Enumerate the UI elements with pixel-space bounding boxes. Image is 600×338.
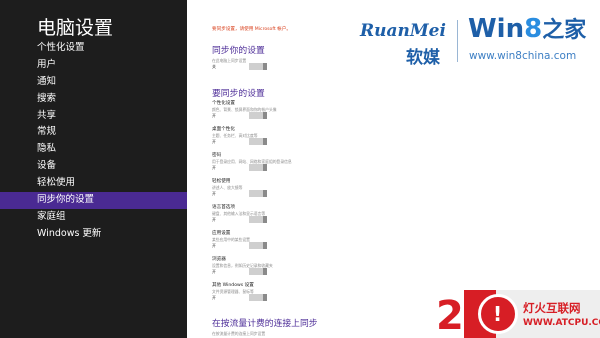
setting-app-settings: 应用设置 某些应用中的某些设置 开: [212, 231, 362, 250]
toggle-state: 开: [212, 217, 216, 222]
desktop-personalize-toggle[interactable]: [249, 138, 267, 145]
sync-toggle[interactable]: [249, 63, 267, 70]
win8china-wordmark: Win8之家: [468, 12, 586, 44]
sync-section-title: 同步你的设置: [212, 46, 265, 56]
win8-eight-text: 8: [524, 14, 543, 44]
toggle-state: 关: [212, 64, 216, 69]
atcpu-site-name: 灯火互联网: [523, 301, 581, 315]
atcpu-digit-mark: 2: [436, 293, 464, 338]
toggle-state: 开: [212, 269, 216, 274]
setting-other-windows: 其他 Windows 设置 文件资源管理器、鼠标等 开: [212, 283, 362, 302]
ruanmei-wordmark: RuanMei: [360, 21, 446, 41]
nav-item-share[interactable]: 共享: [0, 108, 187, 125]
atcpu-site-url: WWW.ATCPU.COM: [523, 318, 600, 328]
nav-item-general[interactable]: 常规: [0, 124, 187, 141]
toggle-state: 开: [212, 295, 216, 300]
nav-list: 个性化设置 用户 通知 搜索 共享 常规 隐私 设备 轻松使用 同步你的设置 家…: [0, 40, 187, 243]
nav-item-accounts[interactable]: 用户: [0, 57, 187, 74]
language-preferences-toggle[interactable]: [249, 216, 267, 223]
toggle-state: 开: [212, 191, 216, 196]
setting-browser: 浏览器 设置和信息，例如历史记录和收藏夹 开: [212, 257, 362, 276]
nav-item-notifications[interactable]: 通知: [0, 74, 187, 91]
sync-on-this-pc-setting: 在此电脑上同步设置 关: [212, 58, 362, 71]
what-to-sync-section-title: 要同步的设置: [212, 89, 265, 99]
nav-item-sync-settings[interactable]: 同步你的设置: [0, 192, 187, 209]
nav-title: 电脑设置: [37, 17, 114, 39]
nav-item-privacy[interactable]: 隐私: [0, 141, 187, 158]
toggle-knob: [263, 216, 267, 223]
setting-label: 在按流量计费的连接上同步设置: [212, 331, 266, 336]
toggle-state: 开: [212, 139, 216, 144]
nav-item-personalize[interactable]: 个性化设置: [0, 40, 187, 57]
win8-chinese-text: 之家: [542, 18, 587, 43]
setting-ease-of-access: 轻松使用 讲述人、放大镜等 开: [212, 179, 362, 198]
settings-nav-pane: 电脑设置 个性化设置 用户 通知 搜索 共享 常规 隐私 设备 轻松使用 同步你…: [0, 0, 187, 338]
setting-metered-sync: 在按流量计费的连接上同步设置: [212, 331, 362, 336]
app-settings-toggle[interactable]: [249, 242, 267, 249]
toggle-knob: [263, 190, 267, 197]
win8china-url: www.win8china.com: [469, 50, 577, 62]
toggle-knob: [263, 112, 267, 119]
toggle-knob: [263, 268, 267, 275]
atcpu-logo: ! 灯火互联网 WWW.ATCPU.COM: [464, 290, 600, 338]
atcpu-exclamation: !: [493, 302, 503, 326]
setting-desktop-personalize: 桌面个性化 主题、任务栏、高对比度等 开: [212, 127, 362, 146]
ruanmei-chinese-name: 软媒: [406, 48, 440, 68]
toggle-state: 开: [212, 113, 216, 118]
account-warning: 要同步设置，请使用 Microsoft 帐户。: [212, 27, 291, 32]
setting-passwords: 密码 用于登录应用、网站、网络和家庭组的登录信息 开: [212, 153, 362, 172]
passwords-toggle[interactable]: [249, 164, 267, 171]
nav-item-devices[interactable]: 设备: [0, 158, 187, 175]
toggle-state: 开: [212, 165, 216, 170]
ruanmei-logo: RuanMei 软媒: [360, 21, 455, 68]
toggle-knob: [263, 63, 267, 70]
win8-win-text: Win: [468, 14, 525, 44]
toggle-knob: [263, 242, 267, 249]
ease-of-access-toggle[interactable]: [249, 190, 267, 197]
toggle-knob: [263, 164, 267, 171]
nav-item-search[interactable]: 搜索: [0, 91, 187, 108]
toggle-state: 开: [212, 243, 216, 248]
logo-divider: [457, 20, 458, 62]
metered-section-title: 在按流量计费的连接上同步: [212, 319, 318, 329]
nav-item-homegroup[interactable]: 家庭组: [0, 209, 187, 226]
win8china-logo: Win8之家 www.win8china.com: [468, 12, 593, 67]
setting-personalize: 个性化设置 颜色、背景、锁屏界面和你的帐户头像 开: [212, 101, 362, 120]
toggle-knob: [263, 294, 267, 301]
toggle-knob: [263, 138, 267, 145]
atcpu-badge-icon: !: [478, 294, 518, 334]
personalize-toggle[interactable]: [249, 112, 267, 119]
setting-language-preferences: 语言首选项 键盘、其他输入法和显示语言等 开: [212, 205, 362, 224]
other-windows-toggle[interactable]: [249, 294, 267, 301]
nav-item-ease-of-access[interactable]: 轻松使用: [0, 175, 187, 192]
nav-item-windows-update[interactable]: Windows 更新: [0, 226, 187, 243]
browser-toggle[interactable]: [249, 268, 267, 275]
